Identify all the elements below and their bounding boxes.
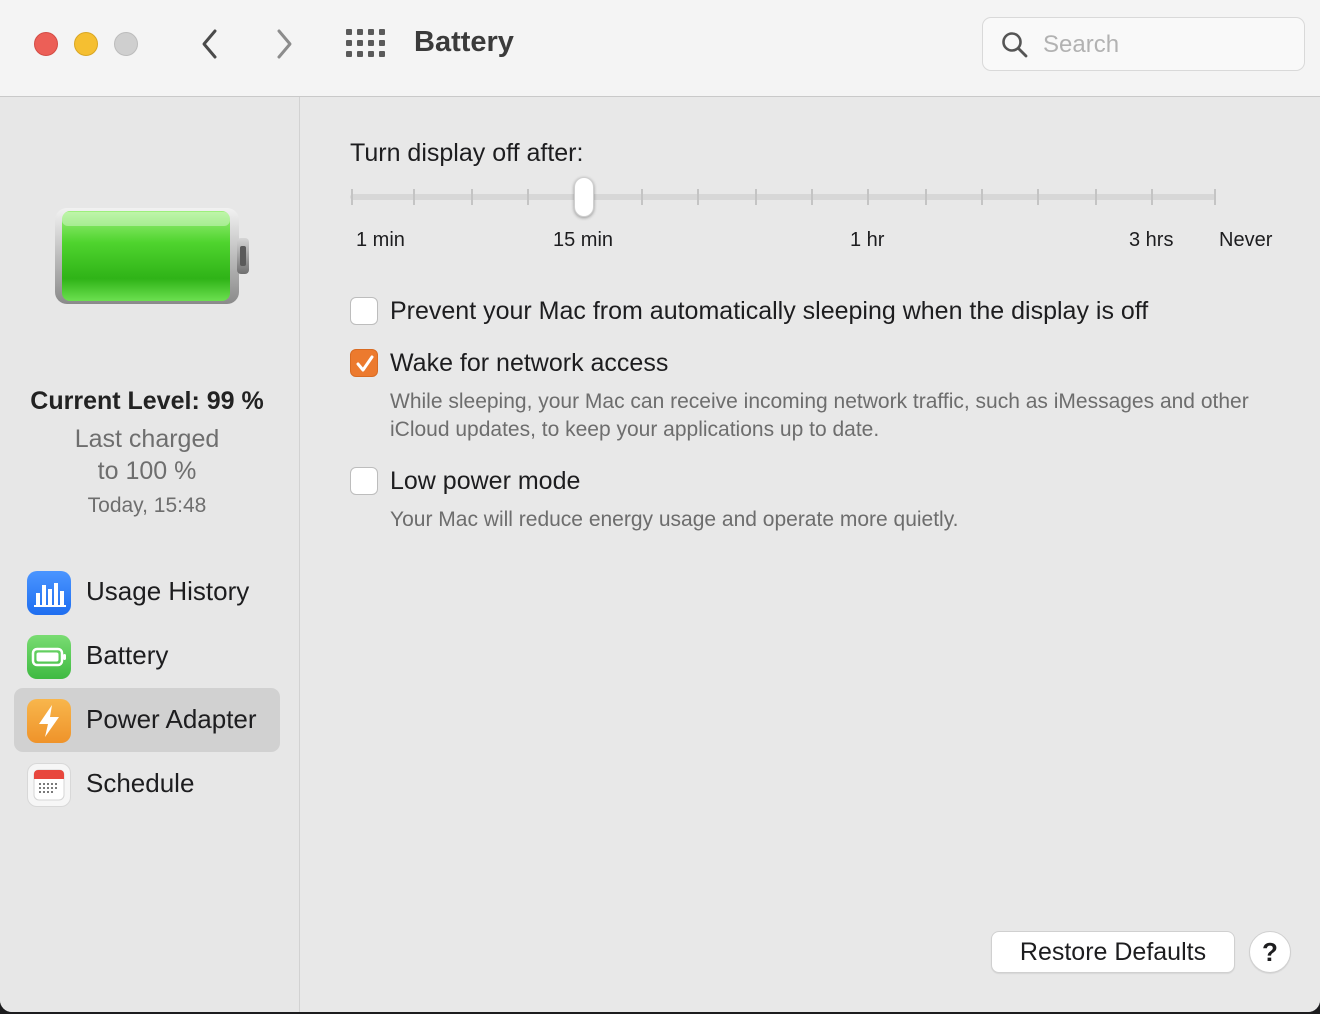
restore-defaults-button[interactable]: Restore Defaults [991,931,1235,973]
window-title: Battery [414,26,514,58]
slider-tick [697,189,699,205]
prevent-sleep-checkbox[interactable] [350,297,378,325]
sidebar-item-power-adapter[interactable]: Power Adapter [14,688,280,752]
slider-label-3-hrs: 3 hrs [1129,229,1174,251]
slider-track [350,194,1216,200]
sidebar-item-label: Power Adapter [86,704,257,734]
sidebar: Current Level: 99 % Last charged to 100 … [0,97,300,1012]
sidebar-item-schedule[interactable]: Schedule [14,752,280,816]
slider-tick [1151,189,1153,205]
search-field[interactable] [982,17,1305,71]
last-charged-line1: Last charged [74,425,220,453]
slider-label-1-hr: 1 hr [850,229,885,251]
last-charged-time: Today, 15:48 [87,494,207,517]
slider-tick [1037,189,1039,205]
last-charged-line2: to 100 % [97,457,197,485]
slider-label-15-min: 15 min [553,229,614,251]
slider-label-1-min: 1 min [356,229,405,251]
slider-tick [471,189,473,205]
slider-tick [755,189,757,205]
sidebar-item-label: Battery [86,640,169,670]
slider-tick [811,189,813,205]
display-sleep-slider[interactable] [350,175,1220,219]
slider-tick [981,189,983,205]
low-power-label: Low power mode [390,467,581,495]
sidebar-item-usage-history[interactable]: Usage History [14,560,280,624]
slider-tick [413,189,415,205]
battery-icon [27,635,71,679]
prevent-sleep-label: Prevent your Mac from automatically slee… [390,297,1149,325]
chevron-left-icon [202,29,217,59]
magnifier-icon [1002,32,1028,58]
low-power-description: Your Mac will reduce energy usage and op… [390,508,959,531]
slider-tick [925,189,927,205]
help-button[interactable]: ? [1249,931,1291,973]
slider-tick [351,189,353,205]
current-level-text: Current Level: 99 % [30,387,264,415]
last-charged-text: Last charged to 100 % [0,423,294,487]
low-power-checkbox[interactable] [350,467,378,495]
system-preferences-window: Battery Search Current Level: 99 % Last … [0,0,1320,1012]
display-sleep-label: Turn display off after: [350,139,584,167]
zoom-button [114,32,138,56]
minimize-button[interactable] [74,32,98,56]
close-button[interactable] [34,32,58,56]
show-all-button[interactable] [346,29,386,61]
chevron-right-icon [277,29,292,59]
slider-tick [1214,189,1216,205]
main-pane: Turn display off after: 1 min 15 min 1 h… [301,97,1320,1012]
calendar-icon [27,763,71,807]
wake-network-checkbox[interactable] [350,349,378,377]
slider-tick [641,189,643,205]
slider-tick [527,189,529,205]
search-input[interactable] [1043,28,1293,62]
sidebar-item-label: Schedule [86,768,195,798]
wake-network-description: While sleeping, your Mac can receive inc… [390,390,1249,441]
slider-knob[interactable] [574,177,594,217]
lightning-icon [27,699,71,743]
checkmark-icon [356,355,374,372]
slider-tick [1095,189,1097,205]
sidebar-item-label: Usage History [86,576,250,606]
sidebar-item-battery[interactable]: Battery [14,624,280,688]
slider-label-never: Never [1219,229,1273,251]
slider-tick [867,189,869,205]
battery-level-icon [55,208,249,304]
forward-button[interactable] [264,24,304,64]
bar-chart-icon [27,571,71,615]
back-button[interactable] [190,24,230,64]
wake-network-label: Wake for network access [390,349,669,377]
title-bar: Battery [0,0,1320,97]
